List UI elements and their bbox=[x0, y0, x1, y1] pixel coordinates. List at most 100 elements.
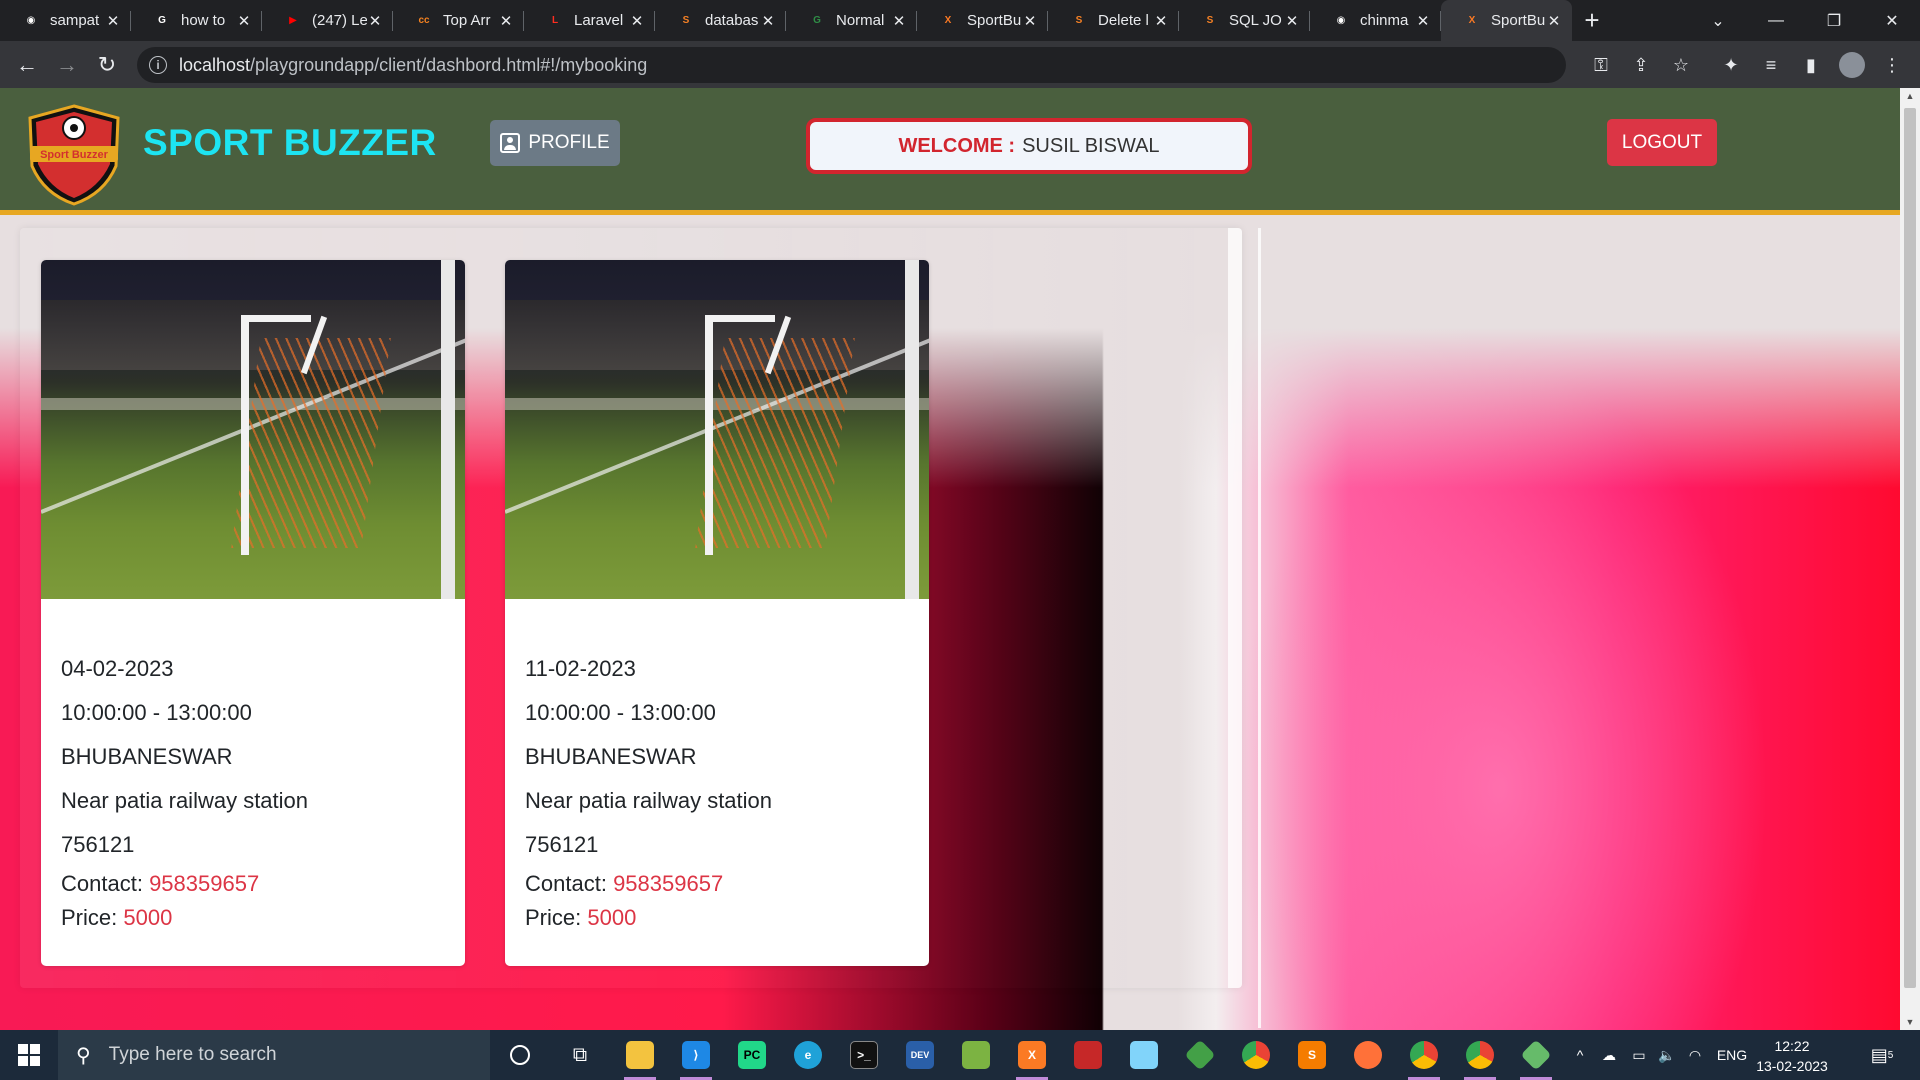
file-explorer-icon[interactable] bbox=[614, 1030, 666, 1080]
price-label: Price: bbox=[61, 905, 118, 930]
address-bar[interactable]: i localhost/playgroundapp/client/dashbor… bbox=[137, 47, 1566, 83]
start-button[interactable] bbox=[0, 1030, 58, 1080]
youtube-icon: ▶ bbox=[289, 15, 297, 26]
taskbar-search[interactable]: ⚲ Type here to search bbox=[58, 1030, 490, 1080]
browser-tab[interactable]: ◉ chinma ✕ bbox=[1310, 0, 1441, 41]
tab-title: chinma bbox=[1360, 12, 1409, 29]
tab-close-icon[interactable]: ✕ bbox=[1153, 12, 1169, 30]
price-label: Price: bbox=[525, 905, 582, 930]
share-icon[interactable]: ⇪ bbox=[1627, 51, 1655, 79]
scrollbar-thumb[interactable] bbox=[1904, 108, 1916, 988]
devcpp-icon[interactable]: DEV bbox=[894, 1030, 946, 1080]
windows-taskbar: ⚲ Type here to search ⧉ ⟩ PC e >_ DEV X … bbox=[0, 1030, 1920, 1080]
contact-label: Contact: bbox=[61, 871, 143, 896]
chrome-profile-2-icon[interactable] bbox=[1454, 1030, 1506, 1080]
browser-tab[interactable]: S SQL JO ✕ bbox=[1179, 0, 1310, 41]
task-view-icon[interactable]: ⧉ bbox=[554, 1030, 606, 1080]
extensions-puzzle-icon[interactable]: ✦ bbox=[1717, 51, 1745, 79]
close-window-button[interactable]: ✕ bbox=[1864, 0, 1920, 41]
browser-tab[interactable]: cc Top Arr ✕ bbox=[393, 0, 524, 41]
chrome-profile-icon[interactable] bbox=[1398, 1030, 1450, 1080]
profile-button[interactable]: PROFILE bbox=[490, 120, 620, 166]
tab-search-chevron-icon[interactable]: ⌄ bbox=[1690, 0, 1746, 41]
scroll-down-arrow[interactable]: ▼ bbox=[1900, 1014, 1920, 1030]
tab-close-icon[interactable]: ✕ bbox=[1284, 12, 1300, 30]
browser-tab[interactable]: S Delete l ✕ bbox=[1048, 0, 1179, 41]
page-scrollbar[interactable]: ▲ ▼ bbox=[1900, 88, 1920, 1030]
contact-number[interactable]: 958359657 bbox=[613, 871, 723, 896]
wifi-icon[interactable]: ◠ bbox=[1682, 1030, 1708, 1080]
tab-close-icon[interactable]: ✕ bbox=[105, 12, 121, 30]
tray-expand-icon[interactable]: ^ bbox=[1568, 1030, 1592, 1080]
media-control-icon[interactable]: ≡ bbox=[1757, 51, 1785, 79]
brand-title[interactable]: SPORT BUZZER bbox=[143, 122, 437, 164]
battery-icon[interactable]: ▭ bbox=[1626, 1030, 1652, 1080]
app-blue-icon[interactable] bbox=[1118, 1030, 1170, 1080]
search-placeholder: Type here to search bbox=[108, 1044, 277, 1065]
tab-title: sampat bbox=[50, 12, 100, 29]
browser-tab[interactable]: X SportBu ✕ bbox=[917, 0, 1048, 41]
more-menu-icon[interactable]: ⋮ bbox=[1878, 51, 1906, 79]
url-host: localhost bbox=[179, 54, 251, 75]
price-value: 5000 bbox=[123, 905, 173, 930]
system-clock[interactable]: 12:22 13-02-2023 bbox=[1752, 1036, 1832, 1076]
ground-photo bbox=[505, 260, 929, 599]
booking-city: BHUBANESWAR bbox=[61, 744, 233, 769]
browser-tab[interactable]: L Laravel ✕ bbox=[524, 0, 655, 41]
git-tool-icon[interactable] bbox=[1510, 1030, 1562, 1080]
stackoverflow-icon: S bbox=[682, 15, 690, 26]
url-text[interactable]: localhost/playgroundapp/client/dashbord.… bbox=[179, 55, 647, 76]
key-icon[interactable]: ⚿ bbox=[1587, 51, 1615, 79]
browser-tab[interactable]: G Normal ✕ bbox=[786, 0, 917, 41]
minimize-button[interactable]: — bbox=[1748, 0, 1804, 41]
browser-tab[interactable]: Ghow to ✕ bbox=[131, 0, 262, 41]
pycharm-icon[interactable]: PC bbox=[726, 1030, 778, 1080]
tab-close-icon[interactable]: ✕ bbox=[1022, 12, 1038, 30]
app-red-icon[interactable] bbox=[1062, 1030, 1114, 1080]
tab-close-icon[interactable]: ✕ bbox=[367, 12, 383, 30]
browser-tab[interactable]: ▶ (247) Le ✕ bbox=[262, 0, 393, 41]
forward-button[interactable]: → bbox=[51, 49, 83, 81]
terminal-icon[interactable]: >_ bbox=[838, 1030, 890, 1080]
notepad-icon[interactable] bbox=[950, 1030, 1002, 1080]
browser-tab[interactable]: X SportBu ✕ bbox=[1441, 0, 1572, 41]
side-panel bbox=[1258, 228, 1900, 1028]
tab-close-icon[interactable]: ✕ bbox=[891, 12, 907, 30]
sublime-icon[interactable]: S bbox=[1286, 1030, 1338, 1080]
cortana-icon[interactable] bbox=[494, 1030, 546, 1080]
page-viewport: Sport Buzzer SPORT BUZZER PROFILE WELCOM… bbox=[0, 88, 1900, 1030]
tab-close-icon[interactable]: ✕ bbox=[1546, 12, 1562, 30]
bookmark-star-icon[interactable]: ☆ bbox=[1667, 51, 1695, 79]
tab-close-icon[interactable]: ✕ bbox=[1415, 12, 1431, 30]
xampp-icon[interactable]: X bbox=[1006, 1030, 1058, 1080]
site-info-icon[interactable]: i bbox=[149, 56, 167, 74]
language-indicator[interactable]: ENG bbox=[1712, 1030, 1752, 1080]
tab-title: SportBu bbox=[967, 12, 1022, 29]
browser-tab[interactable]: ◉ sampat ✕ bbox=[0, 0, 131, 41]
tab-title: Top Arr bbox=[443, 12, 491, 29]
tab-close-icon[interactable]: ✕ bbox=[498, 12, 514, 30]
chrome-icon[interactable] bbox=[1230, 1030, 1282, 1080]
edge-icon[interactable]: e bbox=[782, 1030, 834, 1080]
tab-close-icon[interactable]: ✕ bbox=[236, 12, 252, 30]
cloud-icon[interactable]: ☁ bbox=[1596, 1030, 1622, 1080]
logout-button[interactable]: LOGOUT bbox=[1607, 119, 1717, 166]
restore-button[interactable]: ❐ bbox=[1806, 0, 1862, 41]
back-button[interactable]: ← bbox=[11, 49, 43, 81]
git-diamond-icon[interactable] bbox=[1174, 1030, 1226, 1080]
browser-tab[interactable]: Sdatabas ✕ bbox=[655, 0, 786, 41]
booking-details: 04-02-2023 10:00:00 - 13:00:00 BHUBANESW… bbox=[41, 599, 465, 935]
firefox-icon[interactable] bbox=[1342, 1030, 1394, 1080]
tab-close-icon[interactable]: ✕ bbox=[629, 12, 645, 30]
reload-button[interactable]: ↻ bbox=[91, 49, 123, 81]
profile-avatar[interactable] bbox=[1838, 51, 1866, 79]
volume-icon[interactable]: 🔈 bbox=[1654, 1030, 1680, 1080]
booking-date: 11-02-2023 bbox=[525, 656, 636, 681]
new-tab-button[interactable]: + bbox=[1572, 0, 1612, 41]
scroll-up-arrow[interactable]: ▲ bbox=[1900, 88, 1920, 104]
tab-close-icon[interactable]: ✕ bbox=[760, 12, 776, 30]
notification-center-icon[interactable]: ▤ 5 bbox=[1862, 1030, 1902, 1080]
vscode-icon[interactable]: ⟩ bbox=[670, 1030, 722, 1080]
contact-number[interactable]: 958359657 bbox=[149, 871, 259, 896]
side-panel-icon[interactable]: ▮ bbox=[1797, 51, 1825, 79]
